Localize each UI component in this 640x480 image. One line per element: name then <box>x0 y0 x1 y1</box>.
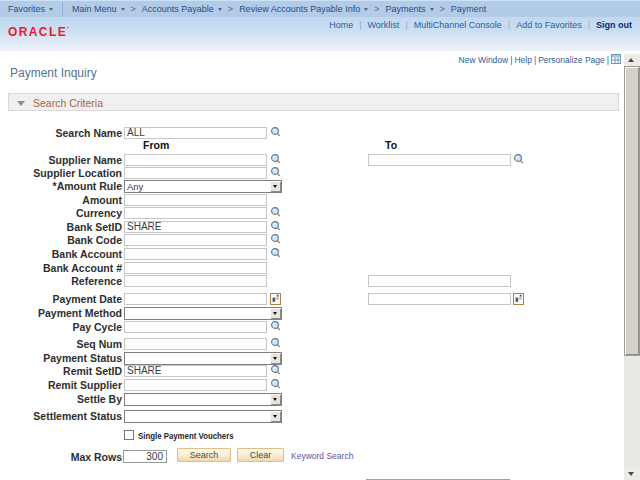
bank-account-lookup-icon[interactable] <box>270 247 282 260</box>
supplier-name-to-input[interactable] <box>368 154 511 166</box>
dropdown-arrow-icon[interactable] <box>270 353 281 364</box>
max-rows-label: Max Rows <box>0 451 122 464</box>
bank-account-num-input[interactable] <box>124 262 267 274</box>
max-rows-input[interactable]: 300 <box>123 450 167 463</box>
amount-label: Amount <box>0 194 122 207</box>
payment-date-label: Payment Date <box>0 293 122 306</box>
payment-method-label: Payment Method <box>0 307 122 320</box>
payment-date-calendar-icon[interactable] <box>270 293 282 306</box>
bank-setid-lookup-icon[interactable] <box>270 220 282 233</box>
settle-by-select[interactable] <box>124 393 282 406</box>
vertical-scrollbar[interactable] <box>624 54 640 480</box>
bank-account-num-label: Bank Account # <box>0 262 122 275</box>
amount-rule-select[interactable]: Any <box>124 180 282 193</box>
scroll-down-button[interactable] <box>624 467 640 480</box>
scroll-up-arrow-icon <box>628 58 634 62</box>
scrollbar-thumb[interactable] <box>624 66 640 356</box>
dropdown-arrow-icon[interactable] <box>270 308 281 319</box>
seq-num-lookup-icon[interactable] <box>270 337 282 350</box>
bank-code-input[interactable] <box>124 234 267 246</box>
bank-code-lookup-icon[interactable] <box>270 233 282 246</box>
supplier-name-lookup-icon[interactable] <box>270 153 282 166</box>
single-payment-vouchers-label: Single Payment Vouchers <box>138 431 234 442</box>
currency-lookup-icon[interactable] <box>270 206 282 219</box>
remit-supplier-lookup-icon[interactable] <box>270 378 282 391</box>
supplier-location-lookup-icon[interactable] <box>270 166 282 179</box>
single-payment-vouchers-checkbox[interactable] <box>124 430 134 440</box>
bank-account-label: Bank Account <box>0 248 122 261</box>
currency-label: Currency <box>0 207 122 220</box>
search-button[interactable]: Search <box>177 448 231 462</box>
search-name-input[interactable]: ALL <box>124 127 267 139</box>
scroll-down-arrow-icon <box>628 472 634 476</box>
settlement-status-select[interactable] <box>124 410 282 423</box>
remit-setid-input[interactable]: SHARE <box>124 365 267 377</box>
bank-account-input[interactable] <box>124 248 267 260</box>
amount-input[interactable] <box>124 194 267 206</box>
seq-num-input[interactable] <box>124 338 267 350</box>
column-header-from: From <box>143 139 169 151</box>
reference-to-input[interactable] <box>368 275 511 287</box>
supplier-name-input[interactable] <box>124 154 267 166</box>
remit-setid-lookup-icon[interactable] <box>270 364 282 377</box>
bank-code-label: Bank Code <box>0 234 122 247</box>
settlement-status-label: Settlement Status <box>0 410 122 423</box>
remit-supplier-label: Remit Supplier <box>0 379 122 392</box>
reference-input[interactable] <box>124 275 267 287</box>
payment-date-to-calendar-icon[interactable] <box>513 293 525 306</box>
supplier-name-to-lookup-icon[interactable] <box>513 153 525 166</box>
supplier-location-input[interactable] <box>124 167 267 179</box>
clear-button[interactable]: Clear <box>237 448 284 462</box>
pay-cycle-label: Pay Cycle <box>0 321 122 334</box>
pay-cycle-input[interactable] <box>124 321 267 333</box>
search-criteria-form: Search NameALL Supplier NameSupplier Loca… <box>0 0 640 480</box>
column-header-to: To <box>385 139 397 151</box>
payment-method-select[interactable] <box>124 307 282 320</box>
keyword-search-link[interactable]: Keyword Search <box>291 451 353 462</box>
payment-date-to-input[interactable] <box>368 293 511 305</box>
supplier-name-label: Supplier Name <box>0 154 122 167</box>
bank-setid-input[interactable]: SHARE <box>124 221 267 233</box>
settle-by-label: Settle By <box>0 393 122 406</box>
amount-rule-label: *Amount Rule <box>0 180 122 193</box>
currency-input[interactable] <box>124 207 267 219</box>
remit-setid-label: Remit SetID <box>0 365 122 378</box>
dropdown-arrow-icon[interactable] <box>270 411 281 422</box>
reference-label: Reference <box>0 275 122 288</box>
dropdown-arrow-icon[interactable] <box>270 394 281 405</box>
supplier-location-label: Supplier Location <box>0 167 122 180</box>
search-name-lookup-icon[interactable] <box>270 126 282 139</box>
payment-date-input[interactable] <box>124 293 267 305</box>
search-name-label: Search Name <box>0 127 122 140</box>
seq-num-label: Seq Num <box>0 338 122 351</box>
payment-status-select[interactable] <box>124 352 282 365</box>
payment-status-label: Payment Status <box>0 352 122 365</box>
remit-supplier-input[interactable] <box>124 379 267 391</box>
bank-setid-label: Bank SetID <box>0 221 122 234</box>
dropdown-arrow-icon[interactable] <box>270 181 281 192</box>
pay-cycle-lookup-icon[interactable] <box>270 320 282 333</box>
